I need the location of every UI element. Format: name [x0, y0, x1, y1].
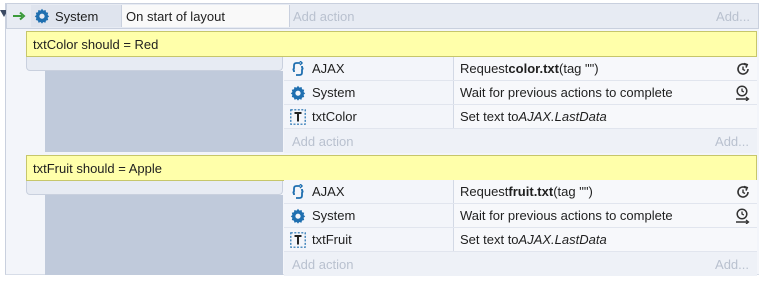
action-row[interactable]: AJAX Request color.txt (tag "") — [284, 57, 757, 81]
action-text[interactable]: Set text to AJAX.LastData — [454, 105, 757, 128]
ajax-icon — [290, 60, 306, 77]
gear-icon — [290, 208, 306, 224]
action-text[interactable]: Request color.txt (tag "") — [454, 57, 757, 80]
text-object-icon — [290, 108, 306, 125]
add-more-link[interactable]: Add... — [716, 9, 750, 24]
action-text[interactable]: Wait for previous actions to complete — [454, 204, 757, 227]
condition-area[interactable] — [45, 71, 283, 152]
action-text-bold: fruit.txt — [508, 184, 554, 199]
trigger-arrow-icon — [11, 8, 27, 24]
comment-text: txtColor should = Red — [33, 36, 159, 52]
action-row[interactable]: System Wait for previous actions to comp… — [284, 204, 757, 228]
wait-icon — [735, 85, 751, 101]
add-more-link[interactable]: Add... — [715, 134, 749, 149]
action-text[interactable]: Set text to AJAX.LastData — [454, 228, 757, 251]
action-row[interactable]: txtColor Set text to AJAX.LastData — [284, 105, 757, 129]
gear-icon — [34, 8, 50, 24]
async-icon — [735, 61, 751, 77]
condition-object[interactable]: System — [31, 5, 122, 27]
action-text[interactable]: Wait for previous actions to complete — [454, 81, 757, 104]
action-text-italic: AJAX.LastData — [518, 109, 607, 124]
add-action-link[interactable]: Add action — [293, 9, 354, 24]
condition-area[interactable] — [45, 195, 283, 275]
text-object-icon — [290, 231, 306, 248]
gear-icon — [290, 85, 306, 101]
add-action-link[interactable]: Add action — [292, 257, 353, 272]
comment[interactable]: txtFruit should = Apple — [26, 155, 757, 181]
action-object[interactable]: AJAX — [284, 57, 454, 80]
action-object-label: txtColor — [312, 109, 357, 124]
action-object[interactable]: System — [284, 204, 454, 227]
condition-text[interactable]: On start of layout — [122, 5, 290, 27]
action-text-part: Request — [460, 61, 509, 76]
action-text-part: Set text to — [460, 109, 519, 124]
action-text-part: Set text to — [460, 232, 519, 247]
action-text-part: Wait for previous actions to complete — [460, 85, 673, 100]
add-action-row[interactable]: Add action Add... — [284, 252, 757, 276]
action-object[interactable]: AJAX — [284, 180, 454, 203]
action-object[interactable]: System — [284, 81, 454, 104]
action-object[interactable]: txtColor — [284, 105, 454, 128]
add-more-link[interactable]: Add... — [715, 257, 749, 272]
sub-event-header[interactable] — [26, 181, 283, 195]
action-text-part: Wait for previous actions to complete — [460, 208, 673, 223]
action-text-part: Request — [460, 184, 509, 199]
ajax-icon — [290, 183, 306, 200]
async-icon — [735, 184, 751, 200]
add-action-row[interactable]: Add action Add... — [284, 129, 757, 153]
action-object[interactable]: txtFruit — [284, 228, 454, 251]
condition-object-label: System — [55, 8, 99, 24]
action-object-label: AJAX — [312, 61, 345, 76]
action-object-label: txtFruit — [312, 232, 352, 247]
event-row[interactable]: System On start of layout Add action Add… — [6, 3, 759, 29]
action-row[interactable]: AJAX Request fruit.txt (tag "") — [284, 180, 757, 204]
action-text-part: (tag "") — [559, 61, 599, 76]
wait-icon — [735, 208, 751, 224]
action-row[interactable]: System Wait for previous actions to comp… — [284, 81, 757, 105]
comment-text: txtFruit should = Apple — [33, 160, 162, 176]
sub-event-header[interactable] — [26, 57, 283, 71]
action-text[interactable]: Request fruit.txt (tag "") — [454, 180, 757, 203]
action-object-label: AJAX — [312, 184, 345, 199]
comment[interactable]: txtColor should = Red — [26, 31, 757, 57]
action-text-bold: color.txt — [508, 61, 559, 76]
action-row[interactable]: txtFruit Set text to AJAX.LastData — [284, 228, 757, 252]
action-object-label: System — [312, 85, 356, 100]
add-action-link[interactable]: Add action — [292, 134, 353, 149]
action-text-part: (tag "") — [553, 184, 593, 199]
action-object-label: System — [312, 208, 356, 223]
action-text-italic: AJAX.LastData — [518, 232, 607, 247]
